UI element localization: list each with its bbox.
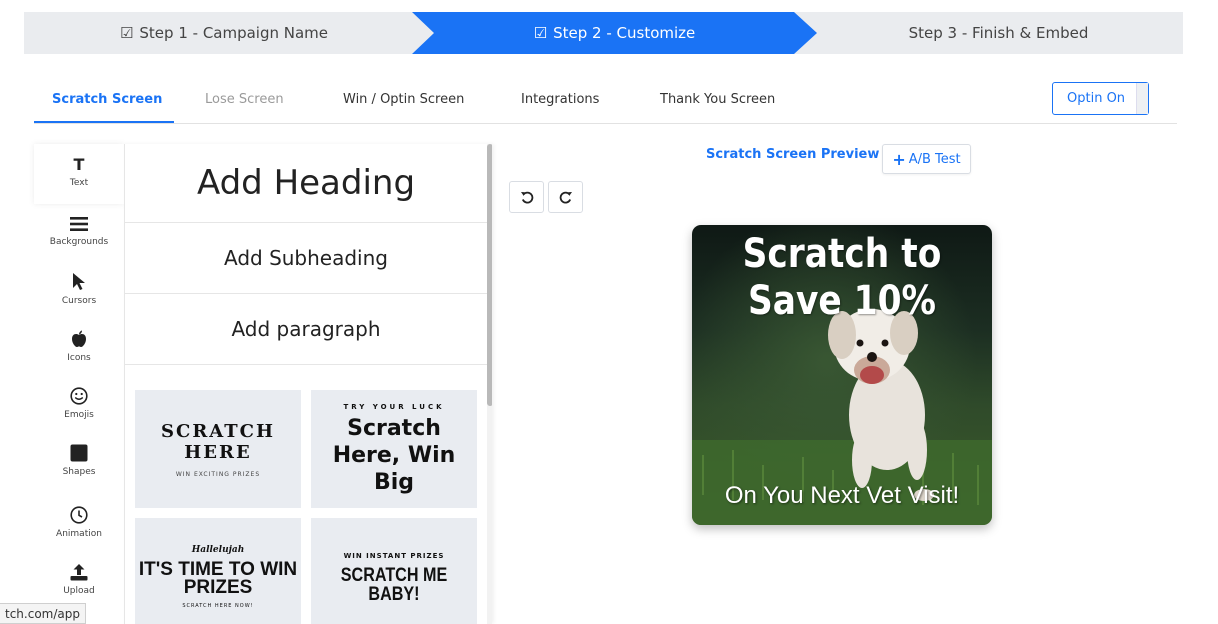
step-campaign-name[interactable]: ☑ Step 1 - Campaign Name: [24, 12, 424, 54]
panel-scrollbar-thumb[interactable]: [487, 144, 492, 406]
template-caption: TRY YOUR LUCK: [343, 402, 445, 411]
tab-lose-screen[interactable]: Lose Screen: [205, 92, 284, 107]
rail-item-animation[interactable]: Animation: [34, 494, 124, 554]
rail-item-emojis[interactable]: Emojis: [34, 375, 124, 435]
clock-icon: [70, 506, 88, 524]
ab-test-label: A/B Test: [908, 151, 961, 167]
tab-integrations[interactable]: Integrations: [521, 92, 599, 107]
template-title: SCRATCH HERE: [161, 420, 275, 463]
text-template-try-your-luck[interactable]: TRY YOUR LUCK Scratch Here, Win Big: [311, 390, 477, 508]
upload-icon: [70, 564, 88, 581]
text-icon: T: [73, 155, 85, 174]
template-title: IT'S TIME TO WIN PRIZES: [138, 559, 298, 598]
rail-item-label: Cursors: [61, 296, 97, 306]
rail-item-backgrounds[interactable]: Backgrounds: [34, 204, 124, 264]
text-template-scratch-me[interactable]: WIN INSTANT PRIZES SCRATCH ME BABY!: [311, 518, 477, 624]
rail-item-upload[interactable]: Upload: [34, 551, 124, 611]
tab-win-optin-screen[interactable]: Win / Optin Screen: [343, 92, 464, 107]
rail-item-label: Text: [69, 178, 89, 188]
template-title: Scratch Here, Win Big: [332, 415, 456, 495]
step-label: Step 3 - Finish & Embed: [908, 24, 1089, 42]
scratch-card-preview[interactable]: Scratch to Save 10% On You Next Vet Visi…: [692, 225, 992, 525]
card-footer-text: On You Next Vet Visit!: [724, 482, 960, 509]
step-label: Step 2 - Customize: [553, 24, 696, 42]
tab-scratch-screen[interactable]: Scratch Screen: [52, 92, 162, 107]
template-caption: WIN INSTANT PRIZES: [343, 551, 445, 560]
rail-item-text[interactable]: T Text: [34, 144, 124, 204]
status-url: tch.com/app: [0, 603, 86, 624]
optin-label: Optin On: [1067, 91, 1126, 106]
add-subheading-button[interactable]: Add Subheading: [125, 223, 487, 294]
smile-icon: [70, 387, 88, 405]
redo-icon: [559, 191, 572, 204]
add-paragraph-button[interactable]: Add paragraph: [125, 294, 487, 365]
apple-icon: [72, 330, 86, 347]
step-finish-embed[interactable]: Step 3 - Finish & Embed: [814, 12, 1183, 54]
template-script: Hallelujah: [191, 545, 245, 555]
toggle-knob: [1136, 83, 1148, 114]
text-template-its-time[interactable]: Hallelujah IT'S TIME TO WIN PRIZES SCRAT…: [135, 518, 301, 624]
rail-item-label: Backgrounds: [49, 237, 109, 247]
template-title: SCRATCH ME BABY!: [340, 564, 448, 605]
ab-test-button[interactable]: + A/B Test: [882, 144, 971, 174]
active-tab-indicator: [34, 121, 174, 123]
rail-item-cursors[interactable]: Cursors: [34, 261, 124, 321]
check-square-icon: ☑: [119, 24, 134, 42]
preview-title: Scratch Screen Preview: [706, 147, 880, 162]
plus-icon: +: [892, 149, 906, 169]
campaign-stepper: ☑ Step 1 - Campaign Name ☑ Step 2 - Cust…: [24, 12, 1183, 54]
rail-item-label: Upload: [63, 586, 95, 596]
check-square-icon: ☑: [533, 24, 548, 42]
rail-item-shapes[interactable]: Shapes: [34, 432, 124, 492]
text-template-scratch-here[interactable]: SCRATCH HERE WIN EXCITING PRIZES: [135, 390, 301, 508]
step-customize[interactable]: ☑ Step 2 - Customize: [412, 12, 817, 54]
screen-tabs: Scratch Screen Lose Screen Win / Optin S…: [34, 80, 1177, 124]
card-heading: Scratch to Save 10%: [742, 231, 942, 324]
redo-button[interactable]: [548, 181, 583, 213]
template-caption: SCRATCH HERE NOW!: [182, 603, 254, 609]
add-heading-button[interactable]: Add Heading: [125, 144, 487, 223]
square-icon: [70, 444, 88, 462]
element-rail: T Text Backgrounds Cursors Icons Emojis …: [34, 144, 124, 624]
tab-thank-you-screen[interactable]: Thank You Screen: [660, 92, 775, 107]
rail-item-label: Shapes: [62, 467, 96, 477]
bars-icon: [70, 217, 88, 231]
step-label: Step 1 - Campaign Name: [139, 24, 329, 42]
undo-button[interactable]: [509, 181, 544, 213]
cursor-icon: [73, 273, 85, 290]
optin-toggle[interactable]: Optin On: [1052, 82, 1149, 115]
text-panel: Add Heading Add Subheading Add paragraph…: [124, 144, 492, 624]
template-caption: WIN EXCITING PRIZES: [175, 470, 261, 478]
rail-item-label: Icons: [67, 353, 91, 363]
rail-item-icons[interactable]: Icons: [34, 318, 124, 378]
rail-item-label: Animation: [56, 529, 102, 539]
undo-icon: [520, 191, 533, 204]
rail-item-label: Emojis: [64, 410, 94, 420]
